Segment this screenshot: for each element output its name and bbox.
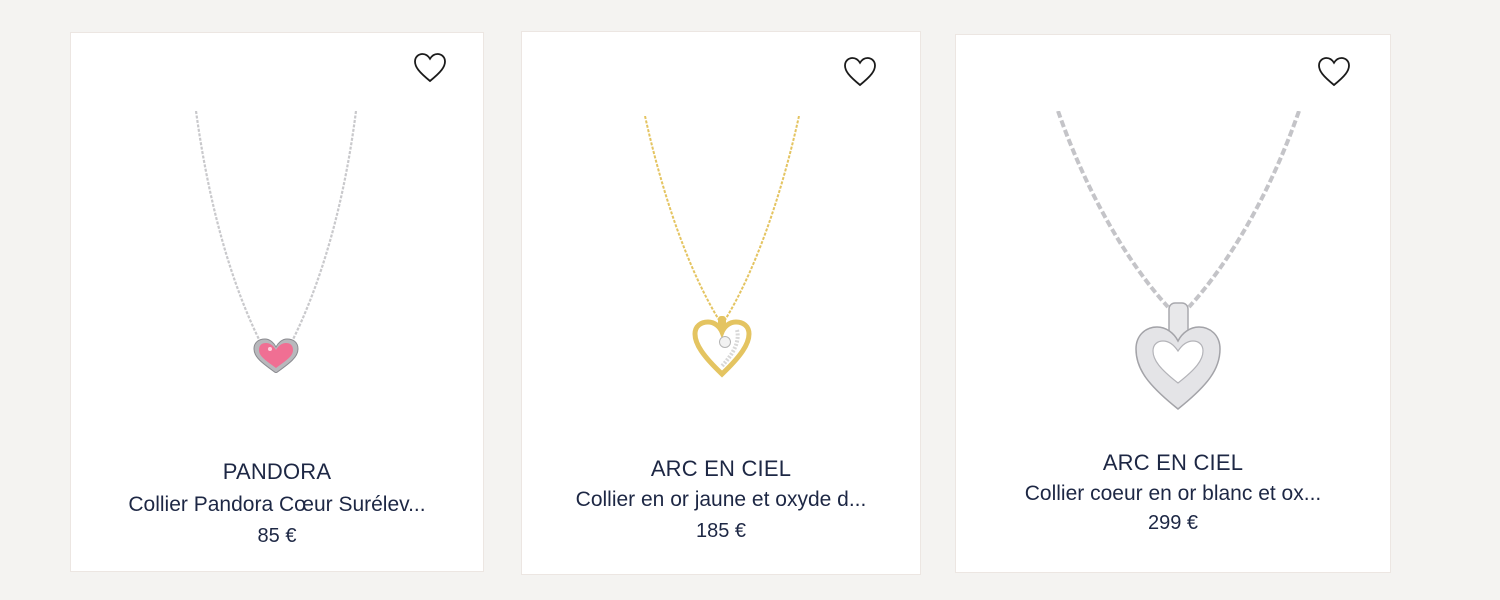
product-image[interactable] bbox=[1056, 111, 1301, 411]
product-price: 85 € bbox=[257, 525, 297, 547]
product-image[interactable] bbox=[166, 111, 386, 373]
product-name[interactable]: Collier en or jaune et oxyde d... bbox=[522, 488, 920, 512]
product-name[interactable]: Collier Pandora Cœur Surélev... bbox=[71, 493, 483, 517]
product-price: 185 € bbox=[695, 520, 747, 542]
favorite-heart-icon[interactable] bbox=[843, 56, 877, 88]
product-price: 299 € bbox=[1147, 512, 1199, 534]
product-card[interactable]: ARC EN CIEL Collier en or jaune et oxyde… bbox=[521, 31, 921, 575]
product-brand[interactable]: ARC EN CIEL bbox=[956, 450, 1390, 476]
product-card[interactable]: ARC EN CIEL Collier coeur en or blanc et… bbox=[955, 34, 1391, 573]
favorite-heart-icon[interactable] bbox=[1317, 56, 1351, 88]
product-name[interactable]: Collier coeur en or blanc et ox... bbox=[956, 482, 1390, 506]
product-brand[interactable]: PANDORA bbox=[71, 459, 483, 485]
favorite-heart-icon[interactable] bbox=[413, 52, 447, 84]
product-card[interactable]: PANDORA Collier Pandora Cœur Surélev... … bbox=[70, 32, 484, 572]
product-brand[interactable]: ARC EN CIEL bbox=[522, 456, 920, 482]
product-image[interactable] bbox=[637, 116, 807, 406]
